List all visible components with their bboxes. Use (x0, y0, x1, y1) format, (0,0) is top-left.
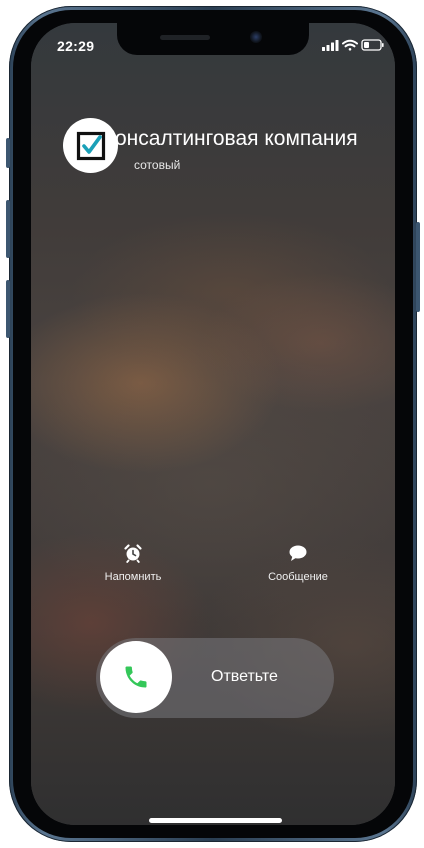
slide-to-answer-label: Ответьте (211, 668, 278, 685)
caller-name: онсалтинговая компания (115, 127, 358, 150)
status-time: 22:29 (57, 38, 95, 54)
status-icons (322, 38, 384, 54)
home-indicator[interactable] (149, 818, 282, 823)
caller-avatar (63, 118, 118, 173)
front-camera (250, 31, 262, 43)
checkbox-icon (76, 131, 105, 160)
remind-me-button[interactable]: Напомнить (78, 543, 188, 583)
earpiece-speaker (160, 35, 210, 40)
notch (117, 23, 309, 55)
battery-icon (361, 39, 384, 51)
send-message-label: Сообщение (268, 571, 328, 583)
phone-mockup: 22:29 онсалтинговая компания сотовый Нап… (0, 0, 424, 848)
phone-icon (125, 666, 147, 688)
signal-icon (322, 40, 339, 51)
caller-number-type: сотовый (134, 158, 181, 172)
alarm-clock-icon (124, 544, 142, 563)
mute-switch (6, 138, 10, 168)
speech-bubble-icon (289, 545, 307, 561)
power-button (416, 222, 420, 312)
volume-down-button (6, 280, 10, 338)
volume-up-button (6, 200, 10, 258)
send-message-button[interactable]: Сообщение (243, 543, 353, 583)
wifi-icon (342, 39, 358, 51)
answer-knob[interactable] (100, 641, 172, 713)
remind-me-label: Напомнить (104, 571, 162, 583)
